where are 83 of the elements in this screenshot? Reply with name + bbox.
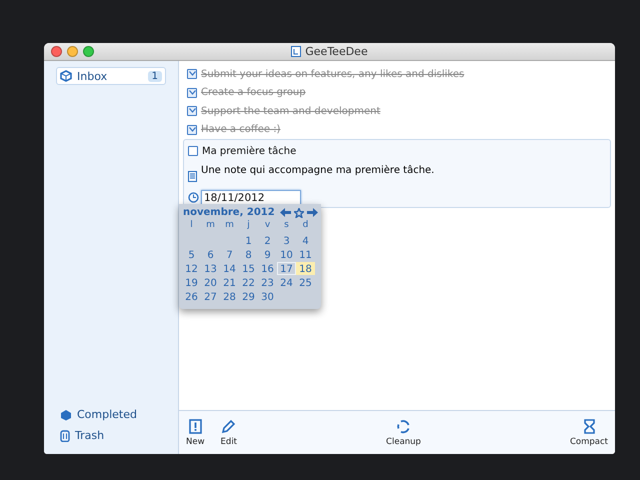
calendar-day[interactable]: 17 (277, 262, 296, 275)
arrow-left-icon[interactable] (280, 208, 291, 216)
calendar-day[interactable]: 8 (239, 248, 258, 261)
calendar-day[interactable]: 26 (182, 290, 201, 303)
close-button[interactable] (51, 46, 62, 57)
calendar-day[interactable]: 1 (239, 234, 258, 247)
task-row[interactable]: Create a focus group (187, 84, 611, 102)
star-icon[interactable] (294, 208, 304, 218)
count-badge: 1 (148, 70, 162, 82)
weekday-label: j (246, 220, 251, 232)
task-checkbox[interactable] (187, 106, 197, 116)
calendar-day[interactable]: 4 (296, 234, 315, 247)
task-title: Support the team and development (201, 106, 380, 117)
calendar-day[interactable]: 18 (296, 262, 315, 275)
calendar-day[interactable]: 7 (220, 248, 239, 261)
calendar-day[interactable]: 30 (258, 290, 277, 303)
calendar-month: novembre, 2012 (183, 207, 275, 218)
task-note: Une note qui accompagne ma première tâche. (201, 164, 434, 178)
pencil-icon (221, 418, 236, 434)
task-title: Submit your ideas on features, any likes and dislikes (201, 68, 464, 80)
calendar-day[interactable]: 16 (258, 262, 277, 275)
recycle-icon (396, 418, 411, 434)
calendar-day[interactable]: 25 (296, 276, 315, 289)
weekday-label: l (189, 220, 194, 232)
calendar-day[interactable]: 28 (220, 290, 239, 303)
zoom-button[interactable] (83, 46, 94, 57)
task-title: Have a coffee :) (201, 124, 280, 136)
task-checkbox[interactable] (187, 124, 197, 135)
date-field[interactable]: 18/11/2012 (201, 190, 301, 206)
hourglass-icon (584, 418, 594, 434)
exclamation-icon (188, 418, 202, 434)
app-icon (291, 46, 302, 57)
task-checkbox[interactable] (187, 88, 197, 98)
minimize-button[interactable] (67, 46, 78, 57)
sidebar-item[interactable]: Inbox 1 (56, 67, 166, 85)
trash-icon (60, 430, 70, 442)
calendar-day[interactable]: 3 (277, 234, 296, 247)
calendar-day[interactable]: 15 (239, 262, 258, 275)
box-icon (60, 408, 72, 420)
task-row[interactable]: Submit your ideas on features, any likes and dislikes (187, 65, 611, 84)
task-title: Ma première tâche (202, 146, 296, 157)
sidebar-label: Inbox (77, 70, 108, 82)
sidebar-label: Trash (75, 429, 104, 442)
toolbar-button[interactable]: Cleanup (386, 418, 421, 446)
task-row[interactable]: Have a coffee :) (187, 120, 611, 139)
task-row[interactable]: Support the team and development (187, 102, 611, 120)
calendar-day[interactable]: 2 (258, 234, 277, 247)
weekday-label: m (224, 220, 235, 232)
arrow-right-icon[interactable] (307, 208, 318, 216)
sidebar-item[interactable]: Completed (56, 404, 166, 425)
calendar-day[interactable]: 19 (182, 276, 201, 289)
sidebar-item[interactable]: Trash (56, 425, 166, 446)
calendar-day[interactable]: 9 (258, 248, 277, 261)
calendar-day[interactable]: 11 (296, 248, 315, 261)
cube-icon (60, 70, 72, 82)
calendar-day[interactable]: 24 (277, 276, 296, 289)
weekday-label: d (302, 220, 310, 232)
calendar-day[interactable]: 14 (220, 262, 239, 275)
calendar-day[interactable]: 10 (277, 248, 296, 261)
weekday-label: s (283, 220, 290, 232)
window-title: GeeTeeDee (305, 45, 368, 58)
calendar-day[interactable]: 23 (258, 276, 277, 289)
calendar-day[interactable]: 12 (182, 262, 201, 275)
toolbar-button[interactable]: Edit (220, 418, 238, 446)
calendar-day[interactable]: 5 (182, 248, 201, 261)
weekday-label: m (205, 220, 216, 232)
calendar-day[interactable]: 6 (201, 248, 220, 261)
task-checkbox[interactable] (188, 146, 198, 156)
note-icon (188, 170, 197, 182)
calendar-day[interactable]: 13 (201, 262, 220, 275)
calendar-day[interactable]: 29 (239, 290, 258, 303)
calendar-day[interactable]: 21 (220, 276, 239, 289)
task-checkbox[interactable] (187, 69, 197, 80)
clock-icon (188, 192, 199, 203)
calendar-day[interactable]: 27 (201, 290, 220, 303)
calendar-day[interactable]: 20 (201, 276, 220, 289)
toolbar-button[interactable]: Compact (570, 418, 608, 446)
toolbar-button[interactable]: New (186, 418, 205, 446)
calendar-day[interactable]: 22 (239, 276, 258, 289)
task-title: Create a focus group (201, 87, 306, 98)
sidebar-label: Completed (77, 408, 137, 421)
task-row[interactable]: Ma première tâche (188, 142, 606, 160)
weekday-label: v (264, 220, 272, 232)
